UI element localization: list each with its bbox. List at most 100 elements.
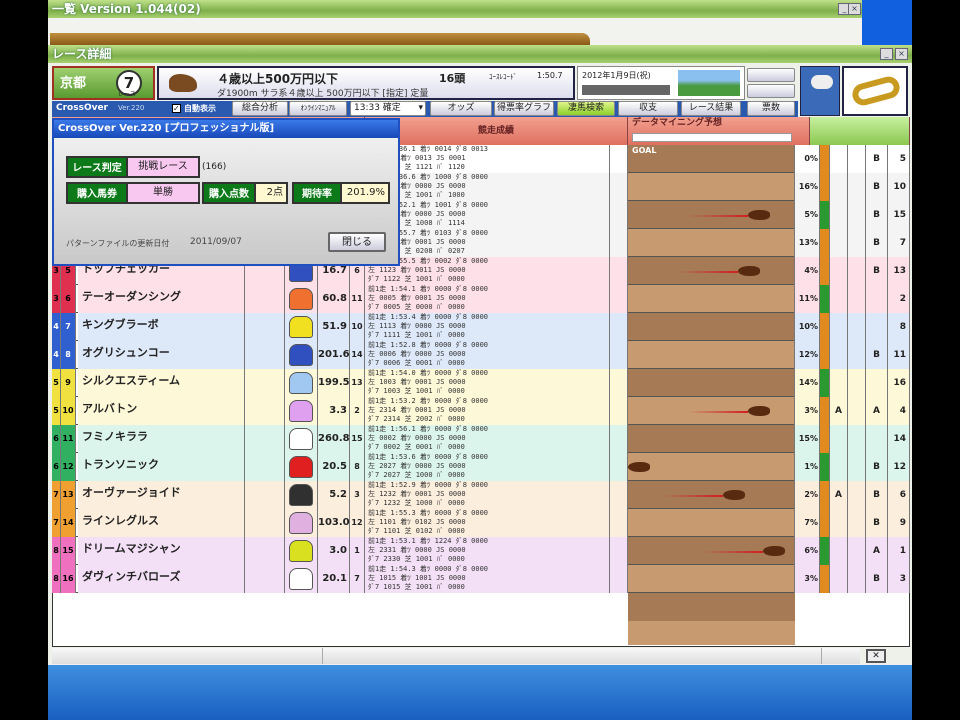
mail-icon[interactable]: ✕ (866, 649, 886, 663)
popularity: 13 (351, 378, 363, 387)
vote-count-button[interactable]: 票数 (747, 101, 795, 116)
side-button-2[interactable] (747, 84, 795, 98)
vote-graph-button[interactable]: 得票率グラフ (494, 101, 554, 116)
horse-name-cell[interactable]: ダヴィンチバローズ (78, 565, 245, 593)
table-row[interactable]: 8 16 ダヴィンチバローズ 20.1 7 前1走 1:54.3 着ﾂ 0000 ﾀﾞ8 … (52, 565, 910, 593)
race-conditions: ダ1900m サラ系４歳以上 500万円以下 [指定] 定量 (217, 89, 429, 99)
course-name: 京都 (60, 76, 87, 91)
horse-name-cell[interactable]: シルクエスティーム (78, 369, 245, 397)
date-panel: 2012年1月9日(祝) (577, 66, 745, 100)
horse-name: トランソニック (82, 458, 159, 471)
mining-percent: 12% (798, 350, 818, 359)
past-result-line: 前1走 1:55.5 着ﾂ 0002 ﾀﾞ8 0000 (368, 257, 489, 265)
odds: 20.5 (322, 461, 347, 472)
table-row[interactable]: 8 15 ドリームマジシャン 3.0 1 前1走 1:53.1 着ﾂ 1224 ﾀﾞ8 0… (52, 537, 910, 565)
mining-percent-cell: 1% (795, 453, 820, 481)
horse-number-cell: 11 (61, 425, 76, 453)
horse-name-cell[interactable]: キングブラーボ (78, 313, 245, 341)
horse-name-cell[interactable]: フミノキララ (78, 425, 245, 453)
past-result-line: ﾀﾞ7 1119 芝 1121 ﾊﾞ 1120 (368, 163, 465, 171)
time-select[interactable]: 13:33 確定 ▾ (350, 101, 426, 116)
minimize-button[interactable]: _ (880, 48, 893, 60)
mining-percent-cell: 15% (795, 425, 820, 453)
table-row[interactable]: 7 13 オーヴァージョイド 5.2 3 前1走 1:52.9 着ﾂ 0000 ﾀﾞ8 0… (52, 481, 910, 509)
horse-name: テーオーダンシング (82, 290, 181, 303)
mining-percent-cell: 2% (795, 481, 820, 509)
close-button[interactable]: × (848, 3, 861, 15)
table-row[interactable]: 5 9 シルクエスティーム 199.5 13 前1走 1:54.0 着ﾂ 0000 ﾀﾞ8… (52, 369, 910, 397)
grade-cell (866, 425, 888, 453)
grade: B (873, 574, 880, 584)
table-row[interactable]: 6 11 フミノキララ 260.8 15 前1走 1:56.1 着ﾂ 0000 ﾀﾞ8 0… (52, 425, 910, 453)
grade: B (873, 518, 880, 528)
mining-percent: 16% (798, 182, 818, 191)
waku-number: 6 (53, 462, 59, 471)
horizontal-scrollbar[interactable] (52, 648, 860, 664)
waku-number-cell: 5 (52, 369, 61, 397)
horse-name-cell[interactable]: トランソニック (78, 453, 245, 481)
app-version: Ver.220 (118, 104, 145, 112)
rank: 13 (893, 266, 906, 276)
table-row[interactable]: 4 8 オグリシュンコー 201.6 14 前1走 1:52.8 着ﾂ 0000 ﾀﾞ8 … (52, 341, 910, 369)
grade: B (873, 210, 880, 220)
analysis-button[interactable]: 総合分析 (232, 101, 288, 116)
mining-percent: 4% (804, 266, 818, 275)
horse-name: シルクエスティーム (82, 374, 181, 387)
odds-button[interactable]: オッズ (430, 101, 492, 116)
table-row[interactable]: 7 14 ラインレグルス 103.0 12 前1走 1:55.3 着ﾂ 0000 ﾀﾞ8 … (52, 509, 910, 537)
table-row[interactable]: 3 6 テーオーダンシング 60.8 11 前1走 1:54.1 着ﾂ 0000 ﾀﾞ8 … (52, 285, 910, 313)
status-bar (582, 85, 670, 95)
mining-slider[interactable] (632, 133, 792, 142)
search-button[interactable]: 凄馬検索 (557, 101, 615, 116)
odds-cell: 199.5 (318, 369, 350, 397)
horse-name-cell[interactable]: テーオーダンシング (78, 285, 245, 313)
mining-percent: 1% (804, 462, 818, 471)
jockey-silks-icon (289, 512, 313, 534)
rank: 6 (899, 490, 906, 500)
close-button[interactable]: × (895, 48, 908, 60)
past-result-line: 左 1134 着ﾂ 0013 JS 0001 (368, 154, 466, 162)
mark-a-cell (830, 341, 848, 369)
desktop-background (48, 665, 912, 720)
popularity: 12 (351, 518, 363, 527)
grade: B (873, 490, 880, 500)
manual-button[interactable]: ｵﾝﾗｲﾝﾏﾆｭｱﾙ (289, 101, 347, 116)
auto-display-checkbox[interactable]: ✓ (172, 104, 181, 113)
close-dialog-button[interactable]: 閉じる (328, 232, 386, 252)
rank-cell: 16 (888, 369, 910, 397)
grade-cell: B (866, 509, 888, 537)
past-result-line: ﾀﾞ7 2330 芝 1001 ﾊﾞ 0000 (368, 555, 465, 563)
past-result-line: ﾀﾞ7 2027 芝 1000 ﾊﾞ 0000 (368, 471, 465, 479)
rank-cell: 10 (888, 173, 910, 201)
rank-cell: 13 (888, 257, 910, 285)
horse-name: オグリシュンコー (82, 346, 170, 359)
jockey-silks-icon (289, 428, 313, 450)
table-row[interactable]: 6 12 トランソニック 20.5 8 前1走 1:53.6 着ﾂ 0000 ﾀﾞ8 00… (52, 453, 910, 481)
horse-name-cell[interactable]: ラインレグルス (78, 509, 245, 537)
table-row[interactable]: 5 10 アルバトン 3.3 2 前1走 1:53.2 着ﾂ 0000 ﾀﾞ8 0000 左… (52, 397, 910, 425)
balance-button[interactable]: 収支 (618, 101, 678, 116)
horse-name-cell[interactable]: ドリームマジシャン (78, 537, 245, 565)
jockey-silks-icon (289, 540, 313, 562)
runner-count: 16頭 (439, 72, 466, 85)
past-result-line: 前1走 1:53.6 着ﾂ 0000 ﾀﾞ8 0000 (368, 453, 489, 461)
progress-bar (50, 33, 590, 45)
mining-percent-cell: 13% (795, 229, 820, 257)
popularity: 3 (354, 490, 360, 499)
horse-name: ダヴィンチバローズ (82, 570, 181, 583)
waku-number-cell: 6 (52, 425, 61, 453)
time-select-value: 13:33 確定 (354, 103, 401, 113)
rank: 1 (899, 546, 906, 556)
horse-number: 8 (65, 350, 71, 359)
grade: B (873, 350, 880, 360)
horse-name-cell[interactable]: アルバトン (78, 397, 245, 425)
horse-name-cell[interactable]: オーヴァージョイド (78, 481, 245, 509)
race-result-button[interactable]: レース結果 (681, 101, 741, 116)
points-label: 購入点数 (202, 182, 256, 204)
mark-a-cell (830, 537, 848, 565)
table-row[interactable]: 4 7 キングブラーボ 51.9 10 前1走 1:53.4 着ﾂ 0000 ﾀﾞ8 00… (52, 313, 910, 341)
side-button-1[interactable] (747, 68, 795, 82)
waku-number-cell: 4 (52, 341, 61, 369)
horse-name-cell[interactable]: オグリシュンコー (78, 341, 245, 369)
mining-percent-cell: 3% (795, 565, 820, 593)
